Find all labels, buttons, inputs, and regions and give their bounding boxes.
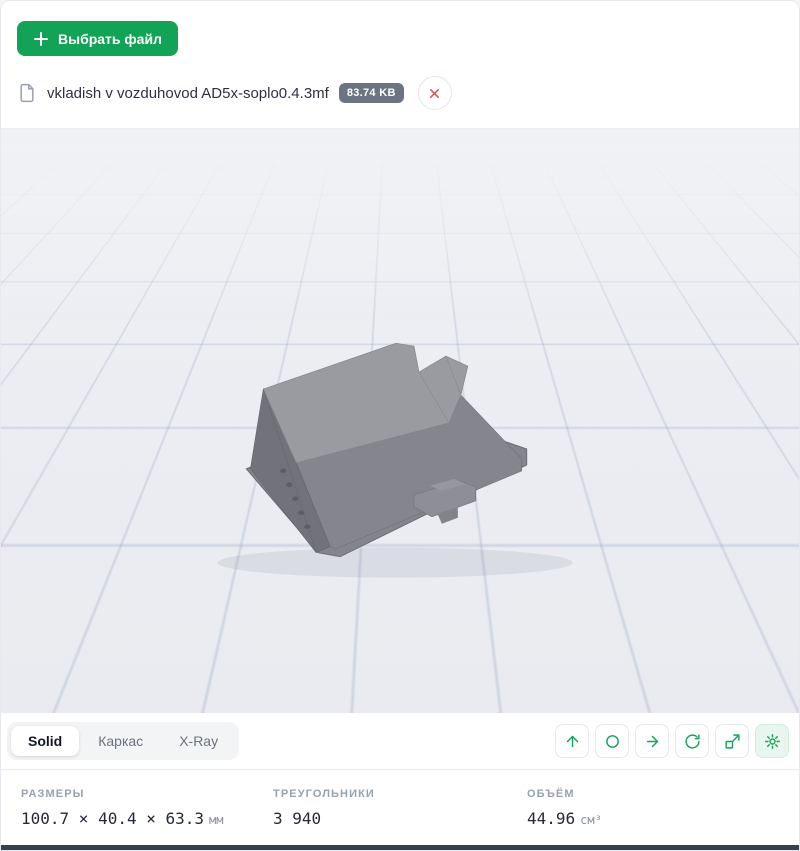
- arrow-right-icon: [644, 733, 661, 750]
- stat-triangles-label: ТРЕУГОЛЬНИКИ: [273, 788, 527, 800]
- viewer-toolbar: Solid Каркас X-Ray: [1, 713, 799, 769]
- settings-button[interactable]: [755, 724, 789, 758]
- arrow-up-icon: [564, 733, 581, 750]
- remove-file-button[interactable]: [418, 76, 452, 110]
- orbit-button[interactable]: [595, 724, 629, 758]
- rotate-cw-icon: [684, 733, 701, 750]
- mode-tab-xray[interactable]: X-Ray: [162, 726, 235, 756]
- file-size-badge: 83.74 KB: [339, 83, 404, 103]
- file-name: vkladish v vozduhovod AD5x-soplo0.4.3mf: [47, 85, 329, 102]
- mode-tab-wireframe[interactable]: Каркас: [81, 726, 160, 756]
- stat-triangles: ТРЕУГОЛЬНИКИ 3 940: [273, 788, 527, 845]
- fit-icon: [724, 733, 741, 750]
- fit-to-view-button[interactable]: [715, 724, 749, 758]
- stat-volume-unit: см³: [580, 813, 602, 827]
- stat-volume-value: 44.96: [527, 809, 575, 828]
- move-right-button[interactable]: [635, 724, 669, 758]
- plus-icon: [33, 31, 49, 47]
- model-uploader-card: Выбрать файл vkladish v vozduhovod AD5x-…: [0, 0, 800, 851]
- stat-dimensions-label: РАЗМЕРЫ: [21, 788, 273, 800]
- rotate-button[interactable]: [675, 724, 709, 758]
- stat-volume: ОБЪЁМ 44.96 см³: [527, 788, 779, 845]
- stat-volume-label: ОБЪЁМ: [527, 788, 779, 800]
- stats-bar: РАЗМЕРЫ 100.7 × 40.4 × 63.3 мм ТРЕУГОЛЬН…: [1, 769, 799, 845]
- viewer-tools: [555, 724, 789, 758]
- mode-tab-solid[interactable]: Solid: [11, 726, 79, 756]
- move-up-button[interactable]: [555, 724, 589, 758]
- bottom-strip: [1, 845, 799, 851]
- upload-button-label: Выбрать файл: [58, 31, 162, 47]
- stat-dimensions: РАЗМЕРЫ 100.7 × 40.4 × 63.3 мм: [21, 788, 273, 845]
- file-icon: [17, 82, 37, 104]
- render-mode-switch: Solid Каркас X-Ray: [7, 722, 239, 760]
- stat-triangles-value: 3 940: [273, 809, 321, 828]
- circle-icon: [604, 733, 621, 750]
- header: Выбрать файл vkladish v vozduhovod AD5x-…: [1, 1, 799, 129]
- model-shadow: [217, 548, 572, 578]
- viewer-canvas[interactable]: [1, 129, 799, 713]
- stat-dimensions-value: 100.7 × 40.4 × 63.3: [21, 809, 204, 828]
- stat-dimensions-unit: мм: [209, 813, 223, 827]
- close-icon: [427, 86, 442, 101]
- model-3d: [1, 129, 799, 713]
- upload-button[interactable]: Выбрать файл: [17, 21, 178, 56]
- file-row: vkladish v vozduhovod AD5x-soplo0.4.3mf …: [17, 74, 783, 112]
- gear-icon: [764, 733, 781, 750]
